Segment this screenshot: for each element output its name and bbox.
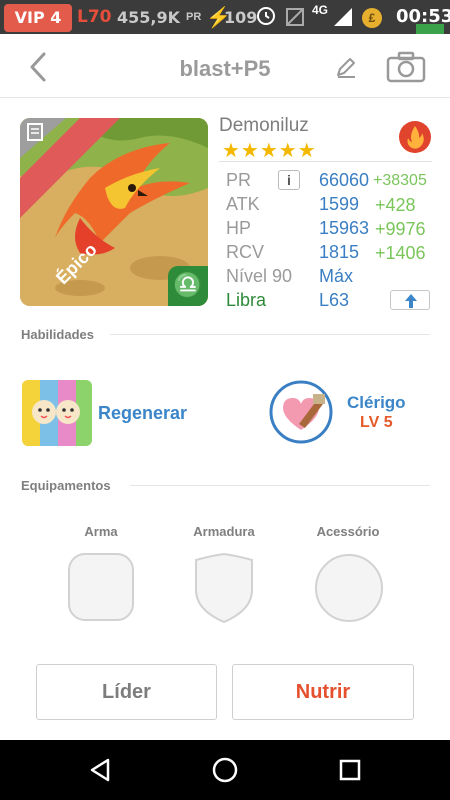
weapon-slot[interactable] bbox=[67, 552, 135, 622]
stat-rcv-bonus: +1406 bbox=[375, 243, 426, 263]
stat-level-value: Máx bbox=[319, 266, 354, 286]
libra-icon: ♎ bbox=[168, 266, 208, 306]
leader-button[interactable]: Líder bbox=[36, 664, 217, 720]
stat-hp-bonus: +9976 bbox=[375, 219, 426, 239]
page-title: blast+P5 bbox=[179, 56, 271, 81]
leader-skill-icon[interactable] bbox=[269, 380, 333, 444]
zodiac-label: Libra bbox=[226, 290, 267, 310]
stat-pr-label: PR bbox=[226, 170, 252, 190]
divider bbox=[110, 334, 430, 335]
power-unit: PR bbox=[186, 11, 202, 23]
weapon-label: Arma bbox=[84, 524, 118, 539]
leader-skill-name[interactable]: Clérigo bbox=[347, 393, 406, 413]
accessory-slot[interactable] bbox=[313, 552, 385, 624]
stat-atk-value: 1599 bbox=[319, 194, 360, 214]
battery-icon bbox=[416, 24, 444, 34]
stat-rcv-value: 1815 bbox=[319, 242, 360, 262]
coin-icon: £ bbox=[362, 8, 382, 28]
armor-slot[interactable] bbox=[190, 552, 258, 624]
feed-button[interactable]: Nutrir bbox=[232, 664, 414, 720]
nav-back-icon[interactable] bbox=[86, 756, 114, 784]
monster-name: Demoniluz bbox=[219, 115, 309, 136]
fire-element-icon bbox=[399, 121, 431, 153]
network-type: 4G bbox=[312, 3, 329, 17]
status-bar: VIP 4 L70 455,9K PR ⚡ 109 4G £ 00:53 bbox=[0, 0, 450, 34]
arrow-up-icon bbox=[405, 294, 417, 308]
stat-atk-bonus: +428 bbox=[375, 195, 416, 215]
nav-recents-icon[interactable] bbox=[336, 756, 364, 784]
nav-home-icon[interactable] bbox=[211, 756, 239, 784]
stat-level-label: Nível 90 bbox=[226, 266, 293, 286]
rarity-stars: ★★★★★ bbox=[222, 140, 317, 162]
monster-portrait[interactable]: Épico ♎ bbox=[20, 118, 208, 306]
skill-name[interactable]: Regenerar bbox=[98, 403, 187, 424]
info-icon[interactable]: i bbox=[278, 170, 300, 190]
vip-badge: VIP 4 bbox=[4, 4, 72, 32]
divider bbox=[130, 485, 430, 486]
armor-label: Armadura bbox=[193, 524, 255, 539]
regenerate-icon bbox=[22, 380, 92, 446]
energy-value: 109 bbox=[224, 8, 258, 27]
leader-skill-level: LV 5 bbox=[360, 414, 393, 431]
stat-pr-bonus: +38305 bbox=[373, 172, 427, 189]
stat-atk-label: ATK bbox=[226, 194, 260, 214]
mute-icon bbox=[286, 8, 304, 26]
system-nav-bar bbox=[0, 740, 450, 800]
power-value: 455,9K bbox=[117, 8, 181, 27]
stat-hp-label: HP bbox=[226, 218, 252, 238]
abilities-heading: Habilidades bbox=[21, 327, 94, 342]
edit-pencil-icon[interactable] bbox=[333, 54, 359, 80]
zodiac-level: L63 bbox=[319, 290, 350, 310]
accessory-label: Acessório bbox=[316, 524, 380, 539]
stat-pr-value: 66060 bbox=[319, 170, 370, 190]
skill-icon[interactable] bbox=[22, 380, 92, 446]
alarm-icon bbox=[257, 7, 275, 25]
stat-hp-value: 15963 bbox=[319, 218, 370, 238]
equipment-heading: Equipamentos bbox=[21, 478, 111, 493]
signal-icon bbox=[334, 8, 352, 26]
divider bbox=[219, 161, 432, 162]
notebook-icon bbox=[20, 118, 66, 158]
stat-rcv-label: RCV bbox=[226, 242, 265, 262]
header: blast+P5 bbox=[0, 34, 450, 98]
camera-icon[interactable] bbox=[386, 51, 426, 83]
player-level: L70 bbox=[77, 7, 112, 27]
upgrade-button[interactable] bbox=[390, 290, 430, 310]
